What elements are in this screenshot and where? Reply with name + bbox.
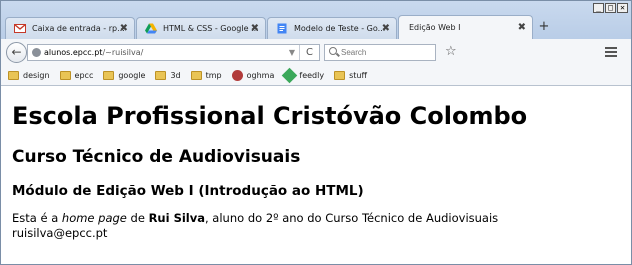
bookmark-label: design [23, 70, 50, 80]
module-heading: Módulo de Edição Web I (Introdução ao HT… [12, 183, 364, 199]
bookmark-epcc[interactable]: epcc [59, 70, 94, 80]
feedly-icon [282, 67, 298, 83]
author-email: ruisilva@epcc.pt [12, 226, 108, 240]
home-page-emphasis: home page [61, 211, 127, 225]
bookmark-tmp[interactable]: tmp [190, 70, 222, 80]
course-heading: Curso Técnico de Audiovisuais [12, 147, 301, 167]
maximize-button[interactable]: □ [605, 3, 616, 13]
tab-google-docs[interactable]: Modelo de Teste - Go... ✖ [267, 17, 397, 39]
search-placeholder: Search [341, 48, 367, 57]
new-tab-button[interactable]: + [534, 17, 554, 39]
author-name: Rui Silva [148, 211, 205, 225]
address-bar[interactable]: alunos.epcc.pt/~ruisilva/ ▼ C [27, 44, 320, 61]
title-bar: _ □ ✕ Caixa de entrada - rp... ✖ HTML & … [1, 1, 631, 39]
tab-label: Edição Web I [409, 23, 461, 32]
bookmark-label: oghma [246, 70, 275, 80]
folder-icon [103, 70, 115, 80]
tab-gmail[interactable]: Caixa de entrada - rp... ✖ [5, 17, 135, 39]
intro-text-mid: de [126, 211, 149, 225]
bookmarks-toolbar: design epcc google 3d tmp oghma feedly s… [1, 65, 631, 86]
close-tab-icon[interactable]: ✖ [518, 16, 526, 39]
browser-window: _ □ ✕ Caixa de entrada - rp... ✖ HTML & … [0, 0, 632, 265]
reload-icon[interactable]: C [299, 45, 319, 60]
bookmark-google[interactable]: google [103, 70, 146, 80]
folder-icon [8, 70, 19, 80]
gmail-icon [14, 23, 26, 33]
folder-icon [190, 70, 202, 80]
close-tab-icon[interactable]: ✖ [120, 18, 128, 39]
page-content: Escola Profissional Cristóvão Colombo Cu… [12, 87, 624, 241]
close-window-button[interactable]: ✕ [617, 3, 628, 13]
hamburger-menu-icon[interactable] [605, 47, 617, 57]
bookmark-design[interactable]: design [8, 70, 50, 80]
url-path: /~ruisilva/ [102, 48, 144, 57]
folder-icon [155, 70, 167, 80]
back-arrow-icon: ← [11, 45, 22, 59]
bookmark-label: feedly [299, 70, 325, 80]
bookmark-stuff[interactable]: stuff [334, 70, 367, 80]
oghma-icon [231, 69, 243, 81]
close-tab-icon[interactable]: ✖ [251, 18, 259, 39]
bookmark-label: 3d [170, 70, 181, 80]
bookmark-3d[interactable]: 3d [155, 70, 181, 80]
search-icon [329, 47, 337, 55]
url-host: alunos.epcc.pt [44, 48, 103, 57]
minimize-button[interactable]: _ [593, 3, 604, 13]
tab-label: Caixa de entrada - rp... [32, 24, 125, 33]
folder-icon [334, 70, 346, 80]
intro-text-end: , aluno do 2º ano do Curso Técnico de Au… [205, 211, 499, 225]
bookmark-label: google [118, 70, 146, 80]
close-tab-icon[interactable]: ✖ [382, 18, 390, 39]
bookmark-label: tmp [205, 70, 222, 80]
search-input[interactable]: Search [324, 44, 436, 61]
google-drive-icon [145, 23, 157, 34]
tab-edicao-web[interactable]: Edição Web I ✖ [398, 15, 533, 39]
back-button[interactable]: ← [6, 42, 27, 63]
globe-icon [32, 48, 41, 57]
tab-google-drive[interactable]: HTML & CSS - Google ... ✖ [136, 17, 266, 39]
history-dropdown-icon[interactable]: ▼ [289, 45, 295, 60]
folder-icon [59, 70, 71, 80]
window-controls: _ □ ✕ [593, 3, 628, 13]
page-heading: Escola Profissional Cristóvão Colombo [12, 102, 528, 130]
bookmark-feedly[interactable]: feedly [282, 67, 325, 83]
bookmark-label: epcc [74, 70, 94, 80]
intro-text-start: Esta é a [12, 211, 62, 225]
bookmark-oghma[interactable]: oghma [231, 69, 275, 81]
bookmark-star-icon[interactable]: ☆ [445, 44, 457, 59]
tab-label: Modelo de Teste - Go... [294, 24, 386, 33]
intro-paragraph: Esta é a home page de Rui Silva, aluno d… [12, 211, 624, 241]
bookmark-label: stuff [349, 70, 367, 80]
navigation-bar: ← alunos.epcc.pt/~ruisilva/ ▼ C Search ☆ [1, 39, 631, 65]
tab-strip: Caixa de entrada - rp... ✖ HTML & CSS - … [5, 15, 554, 39]
google-docs-icon [277, 23, 287, 34]
tab-label: HTML & CSS - Google ... [163, 24, 259, 33]
